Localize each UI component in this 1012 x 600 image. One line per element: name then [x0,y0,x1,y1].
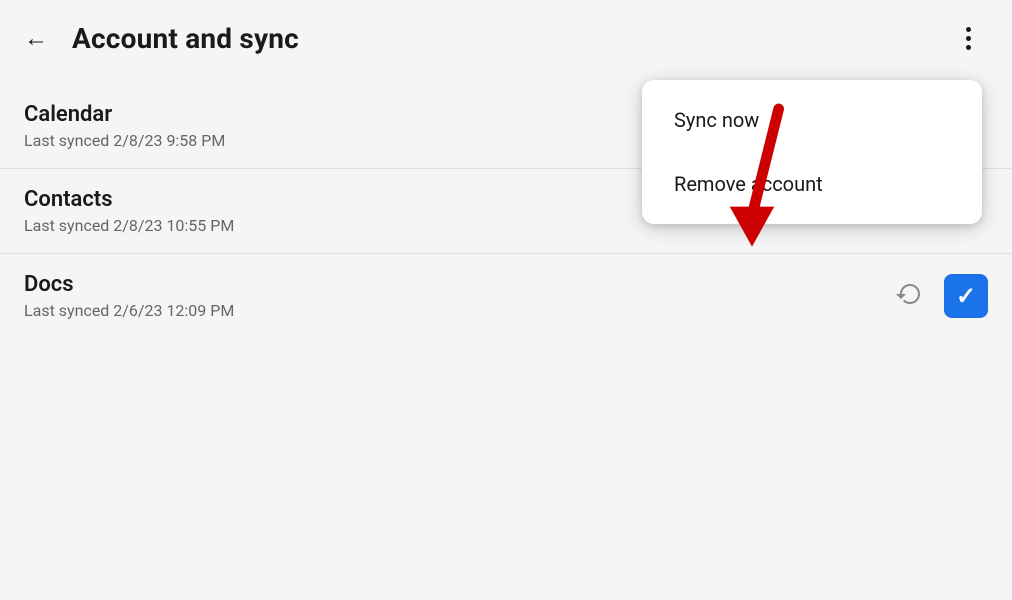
context-menu: Sync now Remove account [642,80,982,224]
docs-title: Docs [24,272,888,297]
header-left: ← Account and sync [16,18,299,58]
back-arrow-icon: ← [24,24,48,53]
docs-icons: ✓ [888,274,988,318]
more-options-button[interactable] [948,18,988,58]
checkmark-icon: ✓ [956,282,976,310]
sync-icon[interactable] [888,274,932,318]
docs-item[interactable]: Docs Last synced 2/6/23 12:09 PM ✓ [0,254,1012,338]
page-title: Account and sync [72,22,299,55]
back-button[interactable]: ← [16,18,56,58]
docs-subtitle: Last synced 2/6/23 12:09 PM [24,301,888,320]
header: ← Account and sync [0,0,1012,76]
sync-now-menu-item[interactable]: Sync now [642,88,982,152]
sync-svg-icon [892,278,928,314]
sync-checkbox[interactable]: ✓ [944,274,988,318]
docs-text: Docs Last synced 2/6/23 12:09 PM [24,272,888,320]
remove-account-menu-item[interactable]: Remove account [642,152,982,216]
three-dots-icon [966,27,971,50]
